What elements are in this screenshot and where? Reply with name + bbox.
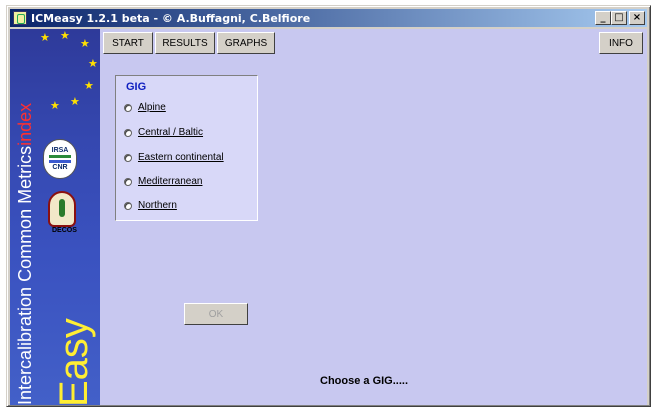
- radio-button[interactable]: [124, 153, 132, 162]
- menu-bar: START RESULTS GRAPHS INFO: [103, 32, 643, 54]
- radio-button[interactable]: [124, 103, 132, 112]
- radio-label[interactable]: Alpine: [138, 102, 166, 113]
- radio-label[interactable]: Northern: [138, 200, 177, 211]
- star-icon: ★: [84, 80, 94, 92]
- window-controls: _ □ ×: [595, 11, 645, 25]
- sidebar-banner: ★ ★ ★ ★ ★ ★ ★ IRSA CNR DECOS Intercalibr…: [10, 29, 100, 405]
- start-button[interactable]: START: [103, 32, 153, 54]
- eu-stars-logo: ★ ★ ★ ★ ★ ★ ★: [34, 29, 98, 119]
- gig-title: GIG: [126, 81, 147, 93]
- maximize-icon: □: [614, 12, 624, 23]
- ok-button[interactable]: OK: [184, 303, 248, 325]
- minimize-button[interactable]: _: [595, 11, 611, 25]
- app-icon: [13, 11, 27, 25]
- sidebar-vertical-title: Intercalibration Common Metricsindex: [14, 103, 36, 405]
- radio-option-alpine[interactable]: Alpine: [124, 102, 166, 113]
- star-icon: ★: [40, 32, 50, 44]
- radio-option-mediterranean[interactable]: Mediterranean: [124, 176, 202, 187]
- irsa-logo-text: IRSA: [51, 147, 69, 154]
- decos-logo-text: DECOS: [52, 227, 77, 234]
- radio-option-central-baltic[interactable]: Central / Baltic: [124, 127, 203, 138]
- minimize-icon: _: [600, 12, 606, 23]
- close-icon: ×: [632, 12, 642, 23]
- client-area: ★ ★ ★ ★ ★ ★ ★ IRSA CNR DECOS Intercalibr…: [10, 29, 647, 405]
- graphs-button[interactable]: GRAPHS: [217, 32, 275, 54]
- star-icon: ★: [50, 100, 60, 112]
- sidebar-easy-text: Easy: [52, 318, 96, 405]
- radio-option-eastern-continental[interactable]: Eastern continental: [124, 152, 224, 163]
- info-button[interactable]: INFO: [599, 32, 643, 54]
- star-icon: ★: [80, 38, 90, 50]
- radio-option-northern[interactable]: Northern: [124, 200, 177, 211]
- decos-logo: [48, 191, 76, 227]
- status-message: Choose a GIG.....: [320, 375, 409, 387]
- close-button[interactable]: ×: [629, 11, 645, 25]
- star-icon: ★: [60, 30, 70, 42]
- sidebar-index-text: index: [15, 102, 35, 146]
- radio-button[interactable]: [124, 201, 132, 210]
- results-button[interactable]: RESULTS: [155, 32, 215, 54]
- irsa-cnr-logo: IRSA CNR: [43, 139, 77, 179]
- star-icon: ★: [70, 96, 80, 108]
- radio-label[interactable]: Eastern continental: [138, 152, 224, 163]
- star-icon: ★: [88, 58, 98, 70]
- radio-button[interactable]: [124, 177, 132, 186]
- app-window: ICMeasy 1.2.1 beta - © A.Buffagni, C.Bel…: [6, 5, 651, 407]
- title-bar[interactable]: ICMeasy 1.2.1 beta - © A.Buffagni, C.Bel…: [10, 9, 647, 27]
- radio-button[interactable]: [124, 128, 132, 137]
- sidebar-title-text: Intercalibration Common Metrics: [15, 145, 35, 405]
- radio-label[interactable]: Mediterranean: [138, 176, 202, 187]
- gig-selection-panel: GIG Alpine Central / Baltic Eastern cont…: [115, 75, 258, 221]
- maximize-button[interactable]: □: [611, 11, 627, 25]
- cnr-logo-text: CNR: [52, 164, 68, 171]
- window-title: ICMeasy 1.2.1 beta - © A.Buffagni, C.Bel…: [31, 11, 311, 25]
- radio-label[interactable]: Central / Baltic: [138, 127, 203, 138]
